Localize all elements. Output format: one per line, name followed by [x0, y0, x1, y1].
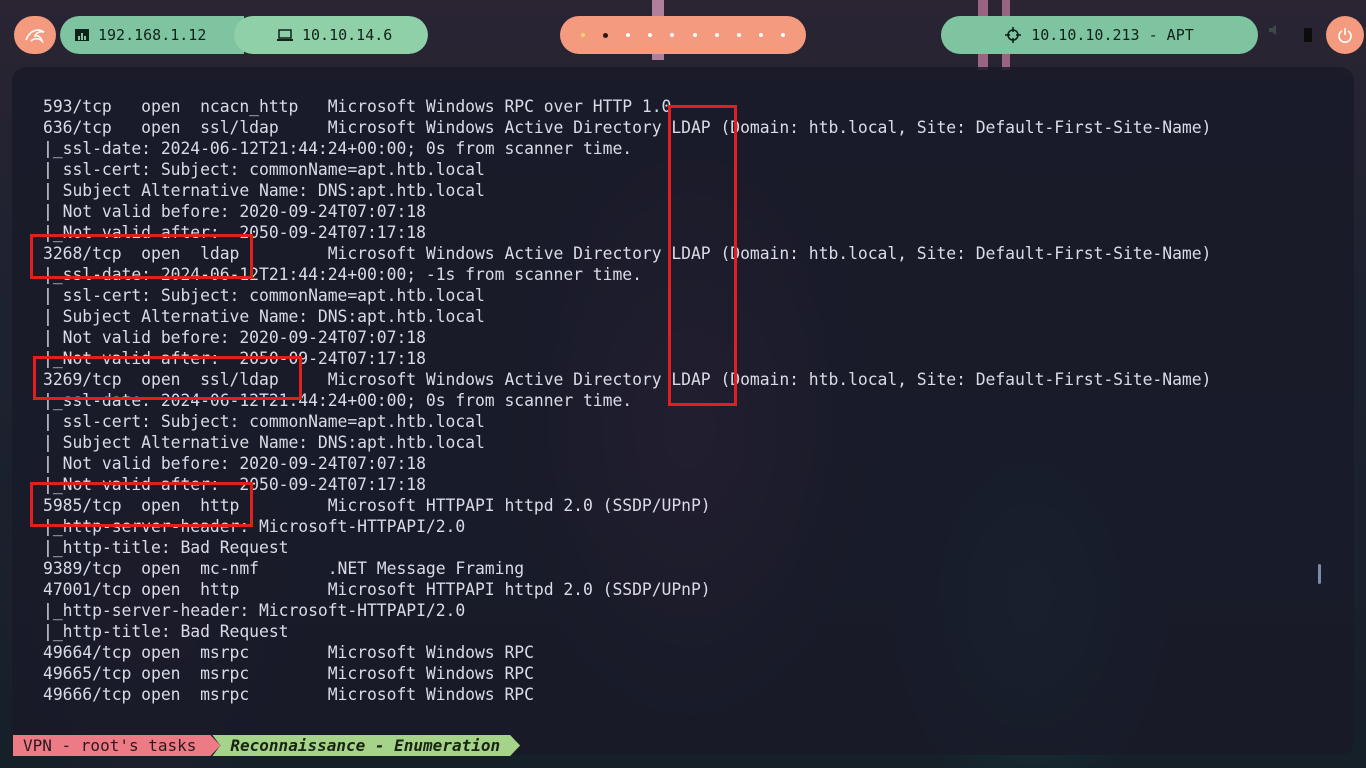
- terminal-line: |_http-server-header: Microsoft-HTTPAPI/…: [43, 517, 466, 536]
- network-icon: [75, 29, 89, 41]
- terminal-line: |_Not valid after: 2050-09-24T07:17:18: [43, 475, 426, 494]
- terminal-line: |_ssl-date: 2024-06-12T21:44:24+00:00; -…: [43, 265, 642, 284]
- menu-button[interactable]: [14, 16, 56, 54]
- terminal-line: | Subject Alternative Name: DNS:apt.htb.…: [43, 181, 485, 200]
- vpn-ip-widget[interactable]: 10.10.14.6: [234, 16, 428, 54]
- target-widget[interactable]: 10.10.10.213 - APT: [941, 16, 1258, 54]
- terminal-line: 3269/tcp open ssl/ldap Microsoft Windows…: [43, 370, 1212, 389]
- workspace-3[interactable]: [626, 33, 631, 37]
- terminal-line: |_http-title: Bad Request: [43, 538, 289, 557]
- terminal-line: 5985/tcp open http Microsoft HTTPAPI htt…: [43, 496, 711, 515]
- terminal-line: |_ssl-date: 2024-06-12T21:44:24+00:00; 0…: [43, 139, 633, 158]
- terminal-line: | Subject Alternative Name: DNS:apt.htb.…: [43, 433, 485, 452]
- workspace-10[interactable]: [780, 33, 785, 37]
- session-label[interactable]: VPN - root's tasks: [13, 735, 220, 756]
- workspace-4[interactable]: [648, 33, 653, 37]
- terminal-line: 9389/tcp open mc-nmf .NET Message Framin…: [43, 559, 525, 578]
- terminal-line: | ssl-cert: Subject: commonName=apt.htb.…: [43, 160, 485, 179]
- window-label[interactable]: Reconnaissance - Enumeration: [212, 735, 520, 756]
- terminal-line: 47001/tcp open http Microsoft HTTPAPI ht…: [43, 580, 711, 599]
- terminal-line: | Subject Alternative Name: DNS:apt.htb.…: [43, 307, 485, 326]
- terminal-line: 49665/tcp open msrpc Microsoft Windows R…: [43, 664, 534, 683]
- terminal-line: 593/tcp open ncacn_http Microsoft Window…: [43, 97, 672, 116]
- laptop-icon: [277, 29, 293, 41]
- terminal-line: 636/tcp open ssl/ldap Microsoft Windows …: [43, 118, 1212, 137]
- volume-icon[interactable]: [1268, 24, 1280, 36]
- terminal-line: 49666/tcp open msrpc Microsoft Windows R…: [43, 685, 534, 704]
- local-ip-widget[interactable]: 192.168.1.12: [60, 16, 244, 54]
- target-text: 10.10.10.213 - APT: [1031, 26, 1194, 44]
- scrollbar[interactable]: [1318, 564, 1321, 584]
- power-icon: [1338, 28, 1352, 43]
- workspace-2[interactable]: [603, 32, 609, 38]
- terminal-line: 3268/tcp open ldap Microsoft Windows Act…: [43, 244, 1212, 263]
- workspace-6[interactable]: [692, 33, 697, 37]
- vpn-ip-text: 10.10.14.6: [302, 26, 393, 44]
- terminal-line: |_http-server-header: Microsoft-HTTPAPI/…: [43, 601, 466, 620]
- terminal-line: | Not valid before: 2020-09-24T07:07:18: [43, 202, 426, 221]
- terminal-line: | ssl-cert: Subject: commonName=apt.htb.…: [43, 286, 485, 305]
- ip-group: 192.168.1.12 10.10.14.6: [60, 16, 428, 54]
- terminal-line: 49664/tcp open msrpc Microsoft Windows R…: [43, 643, 534, 662]
- crosshair-icon: [1005, 27, 1022, 43]
- terminal-window[interactable]: 593/tcp open ncacn_http Microsoft Window…: [12, 67, 1354, 755]
- terminal-output: 593/tcp open ncacn_http Microsoft Window…: [43, 96, 1211, 705]
- local-ip-text: 192.168.1.12: [98, 26, 207, 44]
- terminal-line: |_Not valid after: 2050-09-24T07:17:18: [43, 349, 426, 368]
- workspace-7[interactable]: [714, 33, 719, 37]
- workspace-9[interactable]: [758, 33, 763, 37]
- power-button[interactable]: [1326, 16, 1364, 54]
- terminal-line: |_http-title: Bad Request: [43, 622, 289, 641]
- terminal-line: |_ssl-date: 2024-06-12T21:44:24+00:00; 0…: [43, 391, 633, 410]
- terminal-line: | Not valid before: 2020-09-24T07:07:18: [43, 454, 426, 473]
- terminal-line: | ssl-cert: Subject: commonName=apt.htb.…: [43, 412, 485, 431]
- workspace-5[interactable]: [670, 33, 675, 37]
- workspace-8[interactable]: [736, 33, 741, 37]
- battery-icon[interactable]: [1304, 28, 1312, 42]
- workspace-1[interactable]: [581, 33, 586, 37]
- terminal-line: |_Not valid after: 2050-09-24T07:17:18: [43, 223, 426, 242]
- workspace-switcher: [560, 16, 806, 54]
- terminal-line: | Not valid before: 2020-09-24T07:07:18: [43, 328, 426, 347]
- kali-dragon-icon: [25, 29, 45, 44]
- tmux-status-bar: VPN - root's tasks Reconnaissance - Enum…: [13, 735, 520, 756]
